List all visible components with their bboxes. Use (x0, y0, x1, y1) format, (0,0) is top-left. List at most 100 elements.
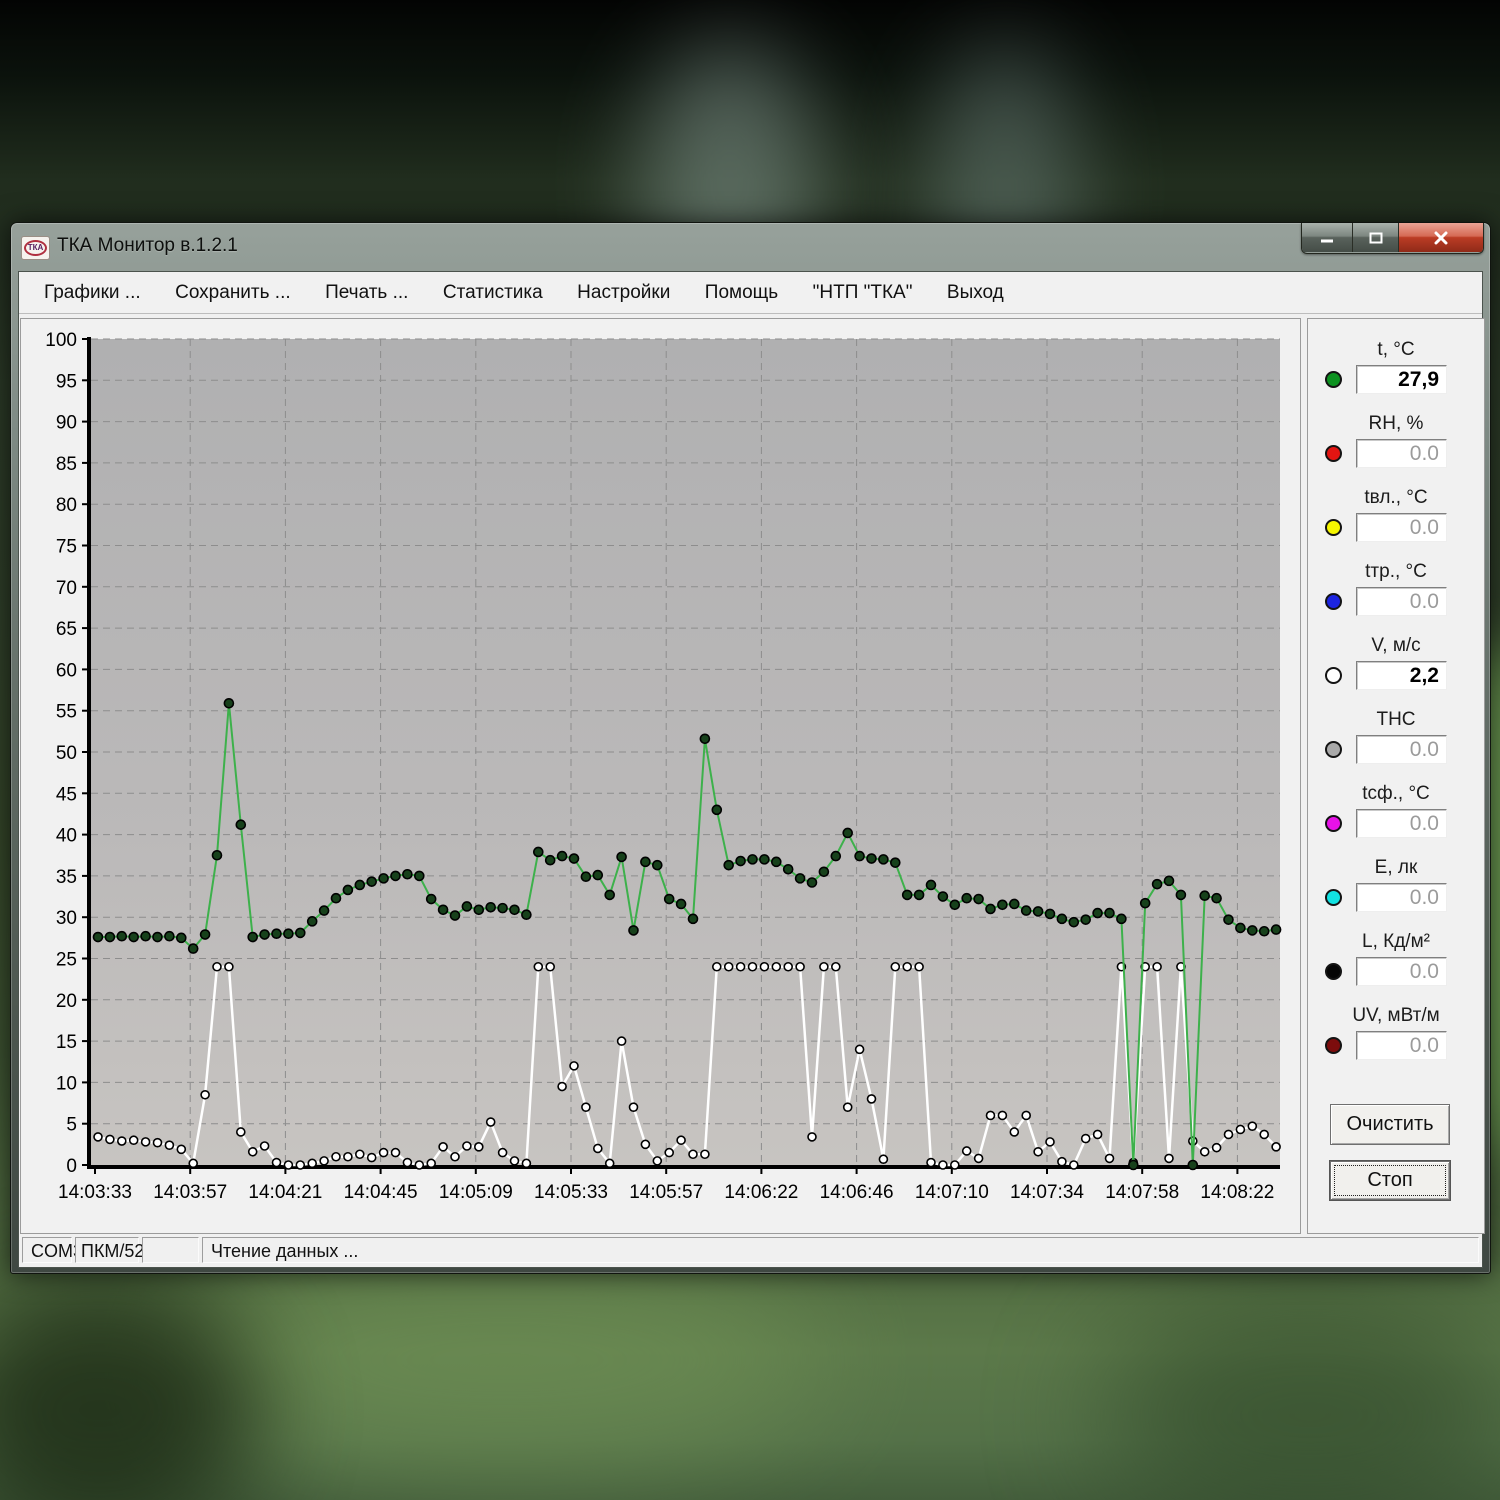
sensor-value-field[interactable] (1356, 957, 1447, 986)
window-title: ТКА Монитор в.1.2.1 (57, 235, 238, 257)
sensor-label: tтр., °C (1308, 561, 1484, 585)
sensor-label: V, м/с (1308, 635, 1484, 659)
svg-text:95: 95 (56, 371, 77, 392)
sensor-ths: ТНС (1308, 709, 1484, 765)
series-color-dot (1325, 889, 1342, 906)
sensor-panel: t, °C RH, % tвл., °C tтр., °C (1307, 318, 1485, 1234)
svg-text:5: 5 (66, 1115, 77, 1136)
clear-button[interactable]: Очистить (1330, 1104, 1450, 1145)
series-color-dot (1325, 815, 1342, 832)
sensor-e: E, лк (1308, 857, 1484, 913)
sensor-value-field[interactable] (1356, 1031, 1447, 1060)
menu-item-settings[interactable]: Настройки (562, 272, 685, 313)
sensor-tdew: tтр., °C (1308, 561, 1484, 617)
sensor-twet: tвл., °C (1308, 487, 1484, 543)
svg-text:50: 50 (56, 743, 77, 764)
menu-item-save[interactable]: Сохранить ... (160, 272, 306, 313)
menu-item-exit[interactable]: Выход (932, 272, 1019, 313)
menu-item-statistics[interactable]: Статистика (428, 272, 558, 313)
svg-text:14:07:34: 14:07:34 (1010, 1182, 1084, 1203)
sensor-value-field[interactable] (1356, 661, 1447, 690)
status-extra (142, 1237, 199, 1263)
sensor-value-field[interactable] (1356, 439, 1447, 468)
sensor-value-field[interactable] (1356, 587, 1447, 616)
chart-svg: 0 5 10 15 20 25 30 35 40 45 50 55 60 65 70 75 80 85 90 95 10… (21, 319, 1298, 1231)
sensor-rh: RH, % (1308, 413, 1484, 469)
wallpaper-blur (180, 1250, 830, 1470)
svg-text:30: 30 (56, 908, 77, 929)
svg-text:20: 20 (56, 991, 77, 1012)
sensor-tsf: tсф., °C (1308, 783, 1484, 839)
svg-text:60: 60 (56, 660, 77, 681)
svg-text:14:06:46: 14:06:46 (820, 1182, 894, 1203)
sensor-label: E, лк (1308, 857, 1484, 881)
sensor-label: ТНС (1308, 709, 1484, 733)
menu-item-print[interactable]: Печать ... (310, 272, 423, 313)
svg-text:10: 10 (56, 1073, 77, 1094)
series-color-dot (1325, 667, 1342, 684)
svg-text:90: 90 (56, 413, 77, 434)
sensor-t: t, °C (1308, 339, 1484, 395)
wallpaper-blur (1100, 1300, 1500, 1500)
series-color-dot (1325, 593, 1342, 610)
svg-text:40: 40 (56, 826, 77, 847)
tka-logo-icon: ТКА (24, 240, 47, 256)
svg-text:25: 25 (56, 950, 77, 971)
menu-item-help[interactable]: Помощь (690, 272, 793, 313)
maximize-button[interactable] (1353, 223, 1399, 252)
close-button[interactable] (1399, 223, 1483, 252)
svg-text:80: 80 (56, 495, 77, 516)
svg-text:100: 100 (45, 330, 77, 351)
svg-text:75: 75 (56, 537, 77, 558)
series-color-dot (1325, 445, 1342, 462)
svg-text:14:07:10: 14:07:10 (915, 1182, 989, 1203)
maximize-icon (1369, 232, 1383, 244)
svg-text:85: 85 (56, 454, 77, 475)
sensor-label: UV, мВт/м (1308, 1005, 1484, 1029)
svg-text:14:03:57: 14:03:57 (153, 1182, 227, 1203)
status-com-port: COM3 (22, 1237, 72, 1263)
svg-text:70: 70 (56, 578, 77, 599)
sensor-l: L, Кд/м² (1308, 931, 1484, 987)
svg-text:65: 65 (56, 619, 77, 640)
sensor-v: V, м/с (1308, 635, 1484, 691)
stop-button[interactable]: Стоп (1330, 1161, 1450, 1200)
series-color-dot (1325, 519, 1342, 536)
chart-panel: 0 5 10 15 20 25 30 35 40 45 50 55 60 65 70 75 80 85 90 95 10… (20, 318, 1301, 1234)
sensor-label: L, Кд/м² (1308, 931, 1484, 955)
svg-text:45: 45 (56, 784, 77, 805)
sensor-value-field[interactable] (1356, 809, 1447, 838)
svg-text:35: 35 (56, 867, 77, 888)
menu-item-graphs[interactable]: Графики ... (29, 272, 156, 313)
sensor-label: RH, % (1308, 413, 1484, 437)
app-icon: ТКА (21, 236, 50, 260)
svg-text:14:05:33: 14:05:33 (534, 1182, 608, 1203)
series-color-dot (1325, 1037, 1342, 1054)
svg-text:14:05:09: 14:05:09 (439, 1182, 513, 1203)
statusbar: COM3 ПКМ/52 Чтение данных ... (19, 1234, 1482, 1266)
status-message: Чтение данных ... (202, 1237, 1479, 1263)
titlebar[interactable]: ТКА ТКА Монитор в.1.2.1 (11, 223, 1490, 271)
svg-text:15: 15 (56, 1032, 77, 1053)
sensor-label: tсф., °C (1308, 783, 1484, 807)
sensor-value-field[interactable] (1356, 735, 1447, 764)
menubar: Графики ... Сохранить ... Печать ... Ста… (19, 272, 1482, 314)
sensor-value-field[interactable] (1356, 365, 1447, 394)
svg-text:14:06:22: 14:06:22 (724, 1182, 798, 1203)
sensor-label: tвл., °C (1308, 487, 1484, 511)
menu-item-ntp-tka[interactable]: "НТП "ТКА" (798, 272, 928, 313)
screen: ТКА ТКА Монитор в.1.2.1 Графики ... Сохр… (0, 0, 1500, 1500)
svg-text:14:04:45: 14:04:45 (344, 1182, 418, 1203)
series-color-dot (1325, 963, 1342, 980)
caption-buttons (1301, 223, 1484, 254)
sensor-value-field[interactable] (1356, 513, 1447, 542)
sensor-value-field[interactable] (1356, 883, 1447, 912)
close-icon (1434, 231, 1448, 245)
svg-text:14:04:21: 14:04:21 (248, 1182, 322, 1203)
minimize-button[interactable] (1302, 223, 1353, 252)
svg-text:14:08:22: 14:08:22 (1200, 1182, 1274, 1203)
svg-text:0: 0 (66, 1156, 77, 1177)
series-color-dot (1325, 741, 1342, 758)
svg-text:55: 55 (56, 702, 77, 723)
svg-text:14:07:58: 14:07:58 (1105, 1182, 1179, 1203)
